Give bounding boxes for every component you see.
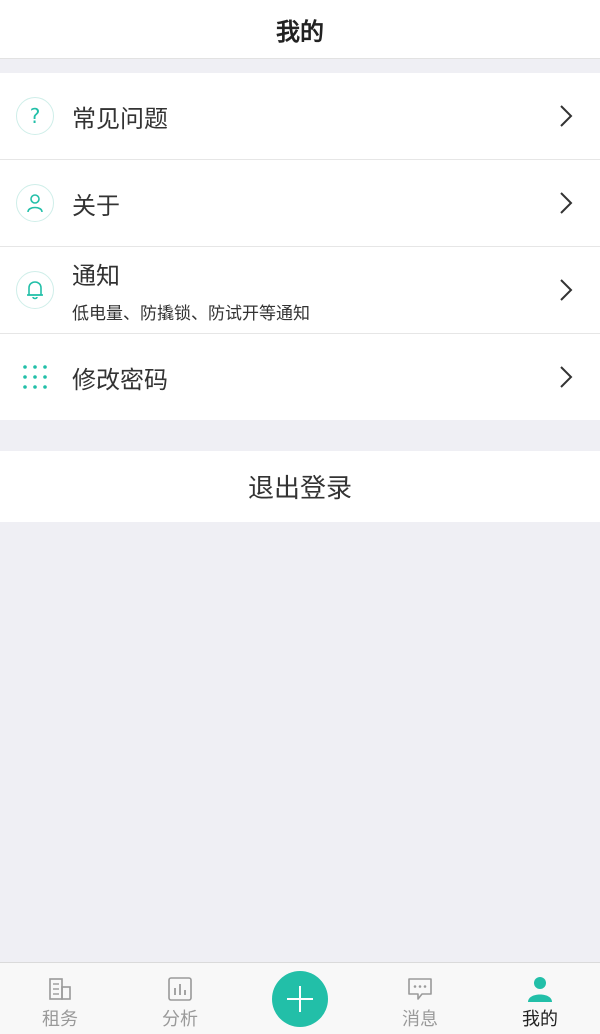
tab-label: 租务 (42, 1009, 78, 1030)
top-nav-bar: 我的 (0, 0, 600, 59)
svg-text:?: ? (30, 105, 41, 127)
chevron-right-icon (560, 366, 573, 388)
building-icon (49, 978, 71, 1000)
chevron-right-icon (560, 192, 573, 214)
tab-rental[interactable]: 租务 (0, 963, 120, 1034)
tab-label: 我的 (522, 1009, 558, 1030)
menu-item-label: 修改密码 (72, 365, 168, 394)
menu-item-faq[interactable]: ? 常见问题 (0, 73, 600, 160)
tab-messages[interactable]: 消息 (360, 963, 480, 1034)
settings-menu: ? 常见问题 关于 通知 低电量、防撬锁、防试开等通知 修改密码 (0, 73, 600, 420)
add-icon (287, 986, 313, 1012)
chevron-right-icon (560, 279, 573, 301)
tab-mine[interactable]: 我的 (480, 963, 600, 1034)
menu-item-about[interactable]: 关于 (0, 160, 600, 247)
user-icon (16, 184, 54, 222)
chart-icon (168, 977, 192, 1001)
add-button[interactable] (272, 971, 328, 1027)
bell-icon (16, 271, 54, 309)
menu-item-subtitle: 低电量、防撬锁、防试开等通知 (72, 304, 310, 324)
chevron-right-icon (560, 105, 573, 127)
tab-label: 消息 (402, 1009, 438, 1030)
profile-icon (528, 977, 552, 1002)
keypad-icon (16, 358, 54, 396)
tab-label: 分析 (162, 1009, 198, 1030)
menu-item-label: 通知 (72, 262, 120, 290)
menu-item-notifications[interactable]: 通知 低电量、防撬锁、防试开等通知 (0, 247, 600, 334)
tab-analysis[interactable]: 分析 (120, 963, 240, 1034)
logout-button[interactable]: 退出登录 (0, 451, 600, 522)
menu-item-label: 常见问题 (72, 104, 168, 133)
menu-item-label: 关于 (72, 191, 120, 220)
menu-item-change-password[interactable]: 修改密码 (0, 334, 600, 420)
page-title: 我的 (276, 17, 324, 46)
message-icon (408, 978, 432, 1000)
bottom-tab-bar: 租务 分析 消息 我的 (0, 962, 600, 1034)
question-icon: ? (16, 97, 54, 135)
